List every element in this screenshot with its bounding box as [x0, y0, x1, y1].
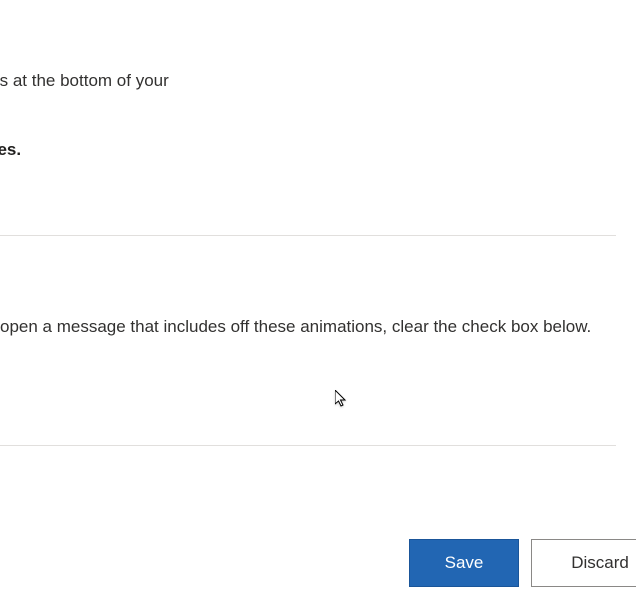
undo-send-description: end. To cancel, select the Undo button t… [0, 68, 620, 94]
save-button[interactable]: Save [409, 539, 519, 587]
undo-send-heading: choose how long Outlook will wait to sen… [0, 140, 525, 160]
dialog-button-bar: Save Discard [409, 539, 636, 587]
animations-description: ful shapes in the reading pane when you … [0, 314, 630, 340]
mouse-cursor-icon [335, 390, 349, 408]
section-divider [0, 235, 616, 236]
section-divider-2 [0, 445, 616, 446]
discard-button[interactable]: Discard [531, 539, 636, 587]
